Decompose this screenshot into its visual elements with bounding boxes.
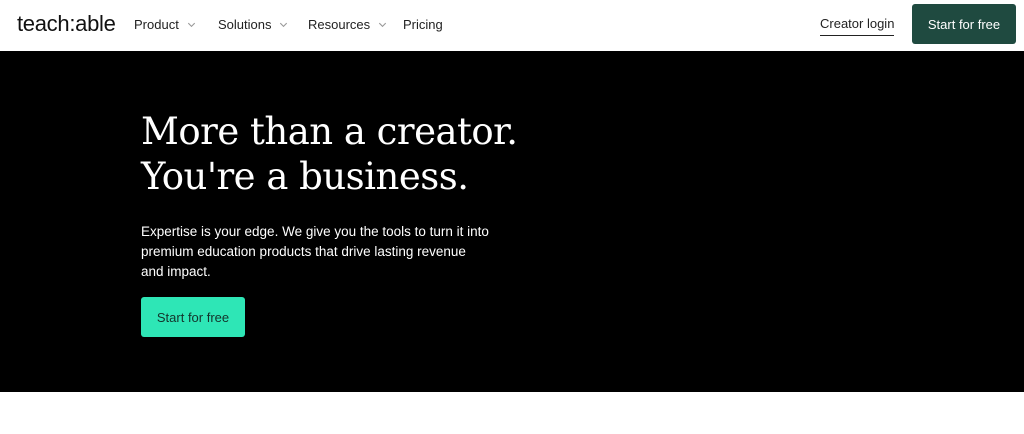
nav-item-label: Pricing xyxy=(403,16,443,32)
hero-start-for-free-button[interactable]: Start for free xyxy=(141,297,245,337)
nav-item-resources[interactable]: Resources xyxy=(308,15,388,33)
hero-title-line-1: More than a creator. xyxy=(141,110,518,153)
chevron-down-icon xyxy=(280,22,288,27)
hero-title-line-2: You're a business. xyxy=(141,155,469,198)
top-navbar: teach:able Product Solutions Resources P… xyxy=(0,0,1024,51)
creator-login-link[interactable]: Creator login xyxy=(820,16,895,36)
nav-item-product[interactable]: Product xyxy=(134,15,197,33)
hero-section: More than a creator. You're a business. … xyxy=(0,51,1024,392)
start-for-free-button[interactable]: Start for free xyxy=(912,4,1016,44)
nav-item-pricing[interactable]: Pricing xyxy=(403,15,443,33)
teachable-logo[interactable]: teach:able xyxy=(17,11,116,37)
nav-item-label: Solutions xyxy=(218,16,272,32)
nav-item-label: Resources xyxy=(308,16,371,32)
hero-subtitle: Expertise is your edge. We give you the … xyxy=(141,224,489,279)
hero-title: More than a creator. You're a business. xyxy=(141,109,621,199)
nav-item-solutions[interactable]: Solutions xyxy=(218,15,289,33)
nav-item-label: Product xyxy=(134,16,179,32)
chevron-down-icon xyxy=(379,22,387,27)
chevron-down-icon xyxy=(187,22,195,27)
below-hero-area xyxy=(0,392,1024,434)
